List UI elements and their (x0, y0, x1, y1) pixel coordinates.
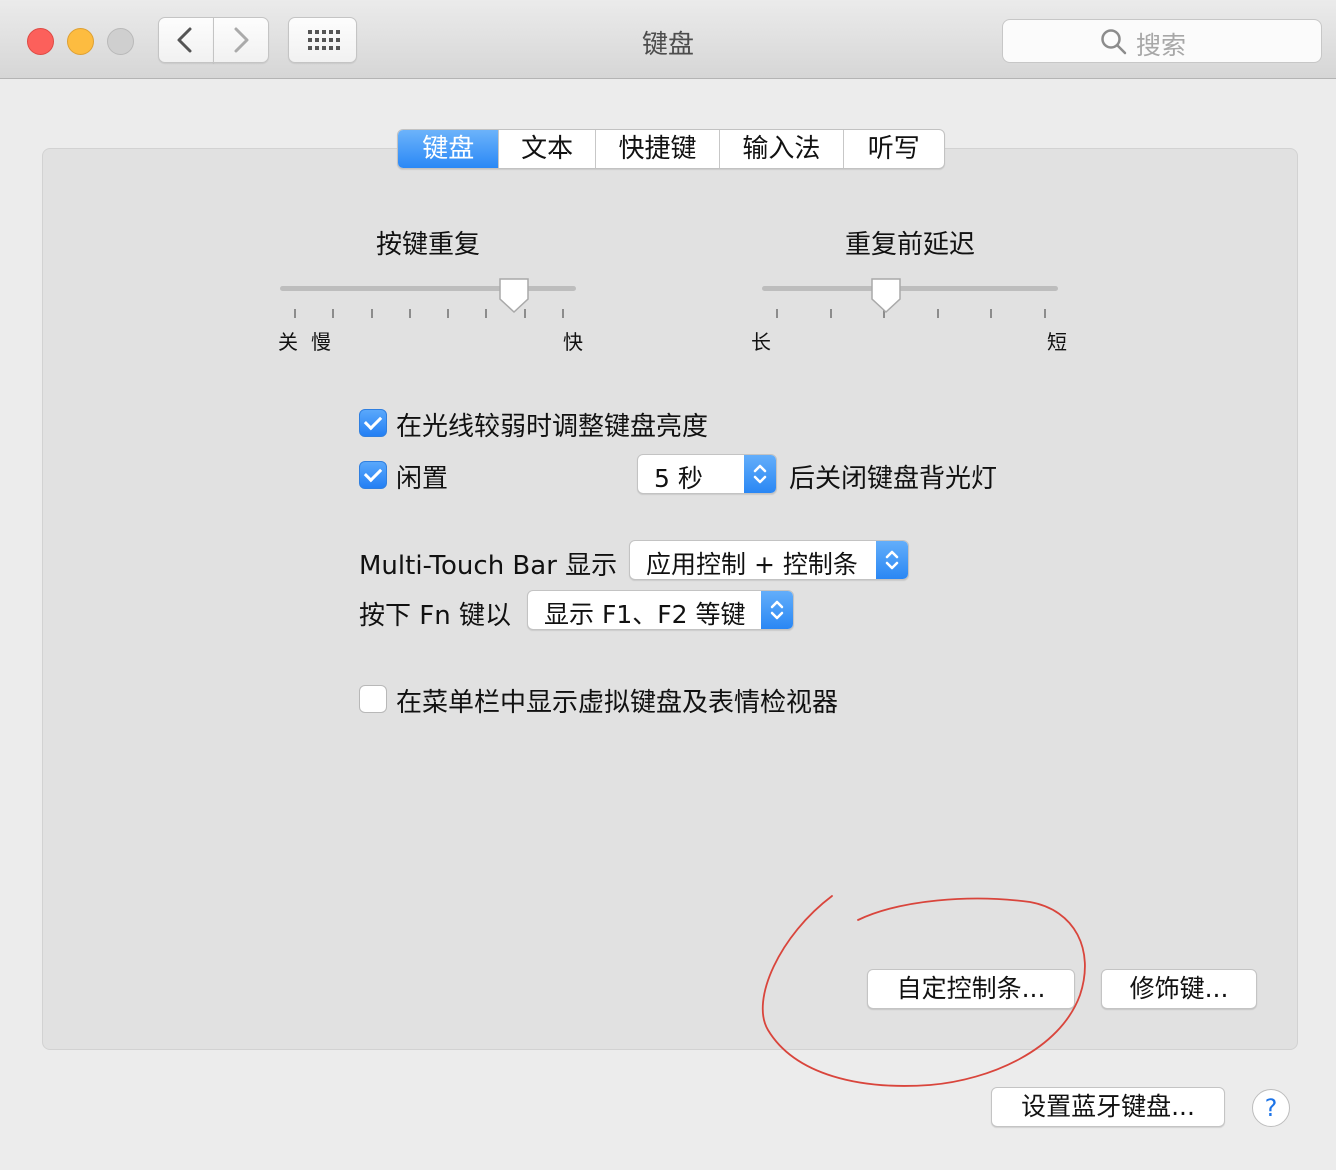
idle-label: 闲置 (396, 464, 449, 494)
tab-dictation[interactable]: 听写 (844, 130, 944, 168)
help-button[interactable]: ? (1252, 1089, 1290, 1127)
idle-suffix-label: 后关闭键盘背光灯 (789, 464, 998, 494)
tab-text[interactable]: 文本 (499, 130, 596, 168)
tab-keyboard[interactable]: 键盘 (398, 130, 500, 168)
delay-until-repeat-slider-knob[interactable] (869, 277, 903, 315)
delay-long-label: 长 (751, 330, 771, 354)
touch-bar-select[interactable]: 应用控制 + 控制条 (629, 540, 909, 580)
slider-tick (990, 309, 993, 318)
idle-checkbox[interactable] (359, 461, 387, 489)
touch-bar-value: 应用控制 + 控制条 (646, 550, 858, 579)
delay-short-label: 短 (1047, 330, 1067, 354)
key-repeat-slow-label: 慢 (311, 330, 331, 354)
fn-key-label: 按下 Fn 键以 (359, 601, 511, 631)
slider-tick (485, 309, 488, 318)
fn-key-select[interactable]: 显示 F1、F2 等键 (527, 590, 794, 630)
adjust-brightness-label: 在光线较弱时调整键盘亮度 (396, 412, 709, 442)
adjust-brightness-checkbox[interactable] (359, 409, 387, 437)
slider-tick (294, 309, 296, 318)
slider-tick (562, 309, 564, 318)
slider-tick (936, 309, 939, 318)
stepper-arrows-icon (876, 541, 908, 579)
key-repeat-label: 按键重复 (376, 230, 481, 260)
delay-until-repeat-label: 重复前延迟 (845, 230, 976, 260)
show-viewer-checkbox[interactable] (359, 685, 387, 713)
show-viewer-label: 在菜单栏中显示虚拟键盘及表情检视器 (396, 688, 839, 718)
stepper-arrows-icon (744, 455, 776, 493)
fn-key-value: 显示 F1、F2 等键 (544, 600, 746, 629)
key-repeat-track[interactable] (280, 286, 576, 291)
slider-tick (332, 309, 335, 318)
key-repeat-off-label: 关 (278, 330, 298, 354)
key-repeat-slider-knob[interactable] (497, 277, 531, 315)
slider-tick (829, 309, 832, 318)
tab-input-sources[interactable]: 输入法 (720, 130, 844, 168)
delay-until-repeat-track[interactable] (762, 286, 1058, 291)
tab-shortcuts[interactable]: 快捷键 (596, 130, 721, 168)
slider-tick (408, 309, 411, 318)
touch-bar-label: Multi-Touch Bar 显示 (359, 551, 618, 581)
modifier-keys-button[interactable]: 修饰键... (1101, 969, 1257, 1009)
stepper-arrows-icon (761, 591, 793, 629)
slider-tick (447, 309, 450, 318)
key-repeat-fast-label: 快 (563, 330, 583, 354)
idle-duration-value: 5 秒 (654, 464, 703, 493)
annotation-circle (761, 895, 1086, 1087)
slider-tick (1044, 309, 1046, 318)
tab-bar: 键盘 文本 快捷键 输入法 听写 (397, 129, 945, 169)
slider-tick (370, 309, 373, 318)
search-icon (1101, 29, 1127, 55)
idle-duration-select[interactable]: 5 秒 (637, 454, 777, 494)
slider-tick (776, 309, 778, 318)
search-placeholder: 搜索 (1136, 31, 1187, 60)
